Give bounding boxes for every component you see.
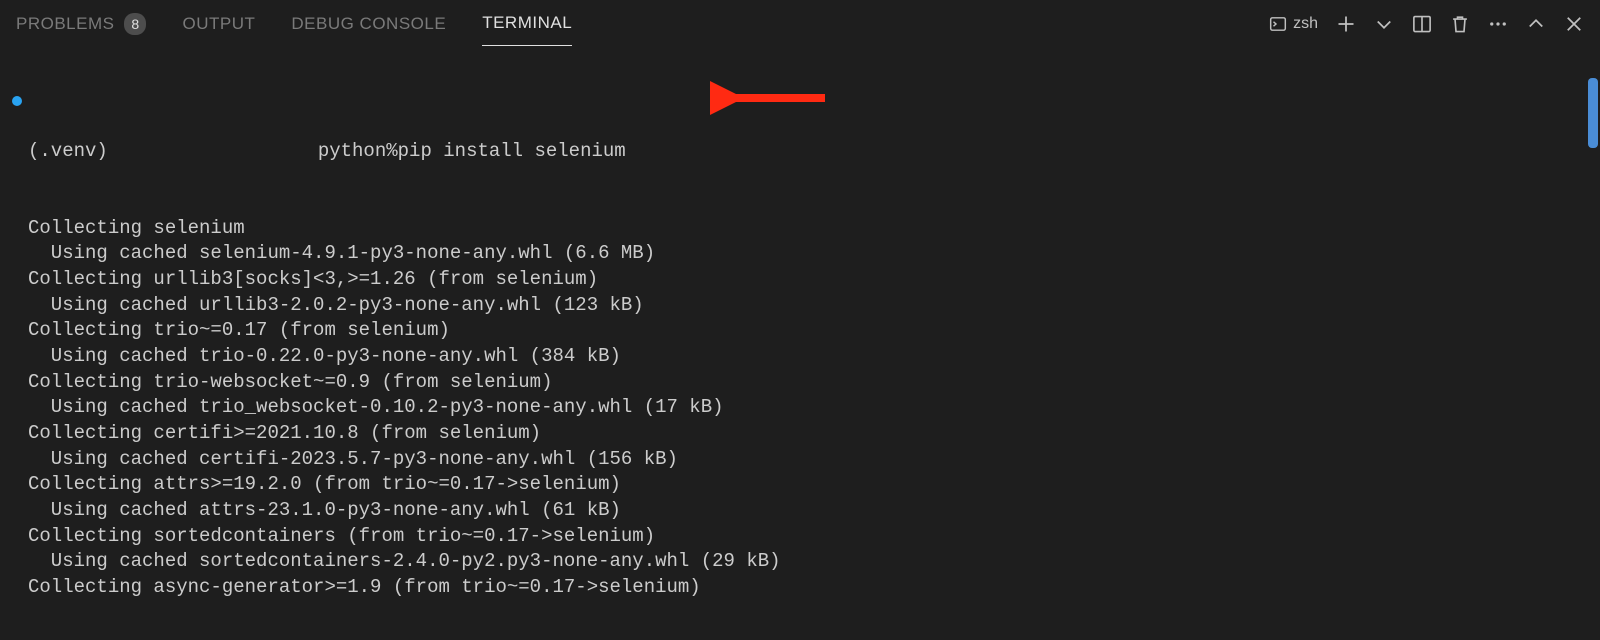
- cwd-label: python: [318, 139, 386, 165]
- terminal-icon: [1269, 15, 1287, 33]
- tab-terminal[interactable]: TERMINAL: [482, 1, 572, 46]
- plus-icon: [1336, 14, 1356, 34]
- chevron-down-icon: [1374, 14, 1394, 34]
- output-line: Using cached urllib3-2.0.2-py3-none-any.…: [28, 293, 1578, 319]
- venv-label: (.venv): [28, 139, 108, 165]
- panel-tabs: PROBLEMS 8 OUTPUT DEBUG CONSOLE TERMINAL: [16, 1, 572, 47]
- close-icon: [1564, 14, 1584, 34]
- tab-output-label: OUTPUT: [182, 14, 255, 34]
- tab-output[interactable]: OUTPUT: [182, 2, 255, 46]
- output-line: Collecting certifi>=2021.10.8 (from sele…: [28, 421, 1578, 447]
- active-terminal-indicator: [12, 96, 22, 106]
- split-terminal-button[interactable]: [1412, 14, 1432, 34]
- close-panel-button[interactable]: [1564, 14, 1584, 34]
- panel-tabbar: PROBLEMS 8 OUTPUT DEBUG CONSOLE TERMINAL…: [0, 0, 1600, 48]
- output-line: Collecting urllib3[socks]<3,>=1.26 (from…: [28, 267, 1578, 293]
- shell-indicator[interactable]: zsh: [1269, 15, 1318, 33]
- output-line: Using cached trio_websocket-0.10.2-py3-n…: [28, 395, 1578, 421]
- problems-badge: 8: [124, 13, 146, 35]
- prompt-line: (.venv) python % pip install selenium: [28, 139, 1578, 165]
- split-icon: [1412, 14, 1432, 34]
- tab-problems[interactable]: PROBLEMS 8: [16, 1, 146, 47]
- trash-icon: [1450, 14, 1470, 34]
- redacted-user-host: [108, 142, 318, 162]
- output-line: Using cached sortedcontainers-2.4.0-py2.…: [28, 549, 1578, 575]
- tab-debug-label: DEBUG CONSOLE: [291, 14, 446, 34]
- command-text: pip install selenium: [398, 139, 626, 165]
- terminal-output[interactable]: (.venv) python % pip install selenium Co…: [0, 48, 1600, 640]
- output-line: Using cached trio-0.22.0-py3-none-any.wh…: [28, 344, 1578, 370]
- output-line: Collecting trio-websocket~=0.9 (from sel…: [28, 370, 1578, 396]
- output-line: Collecting async-generator>=1.9 (from tr…: [28, 575, 1578, 601]
- output-line: Collecting trio~=0.17 (from selenium): [28, 318, 1578, 344]
- tab-terminal-label: TERMINAL: [482, 13, 572, 33]
- maximize-panel-button[interactable]: [1526, 14, 1546, 34]
- prompt-separator: %: [386, 139, 397, 165]
- output-lines: Collecting selenium Using cached seleniu…: [28, 216, 1578, 601]
- new-terminal-button[interactable]: [1336, 14, 1356, 34]
- output-line: Collecting selenium: [28, 216, 1578, 242]
- output-line: Using cached certifi-2023.5.7-py3-none-a…: [28, 447, 1578, 473]
- output-line: Using cached attrs-23.1.0-py3-none-any.w…: [28, 498, 1578, 524]
- ellipsis-icon: [1488, 14, 1508, 34]
- output-line: Using cached selenium-4.9.1-py3-none-any…: [28, 241, 1578, 267]
- output-line: Collecting sortedcontainers (from trio~=…: [28, 524, 1578, 550]
- tab-debug-console[interactable]: DEBUG CONSOLE: [291, 2, 446, 46]
- chevron-up-icon: [1526, 14, 1546, 34]
- terminal-scrollbar[interactable]: [1588, 78, 1598, 148]
- more-actions-button[interactable]: [1488, 14, 1508, 34]
- output-line: Collecting attrs>=19.2.0 (from trio~=0.1…: [28, 472, 1578, 498]
- shell-name: zsh: [1293, 15, 1318, 33]
- terminal-toolbar: zsh: [1269, 14, 1584, 34]
- tab-problems-label: PROBLEMS: [16, 14, 114, 34]
- kill-terminal-button[interactable]: [1450, 14, 1470, 34]
- terminal-launch-dropdown[interactable]: [1374, 14, 1394, 34]
